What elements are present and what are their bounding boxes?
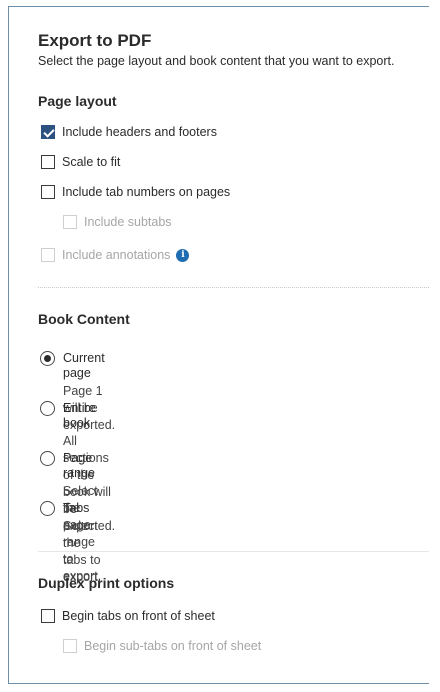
tabs-label: Tabs <box>63 501 90 515</box>
page-range-label: Page range <box>63 451 95 480</box>
dialog-subtitle: Select the page layout and book content … <box>38 54 395 68</box>
begin-subtabs-front-checkbox <box>63 639 77 653</box>
export-pdf-panel: Export to PDF Select the page layout and… <box>8 6 429 684</box>
include-headers-footers-checkbox[interactable] <box>41 125 55 139</box>
tabs-radio[interactable] <box>40 501 55 516</box>
include-headers-footers-label: Include headers and footers <box>62 125 217 139</box>
begin-subtabs-front-label: Begin sub-tabs on front of sheet <box>84 639 262 653</box>
scale-to-fit-checkbox[interactable] <box>41 155 55 169</box>
begin-subtabs-front-option: Begin sub-tabs on front of sheet <box>63 639 261 653</box>
book-content-heading: Book Content <box>38 311 130 327</box>
page-layout-heading: Page layout <box>38 93 117 109</box>
entire-book-radio[interactable] <box>40 401 55 416</box>
include-tab-numbers-checkbox[interactable] <box>41 185 55 199</box>
section-divider <box>38 287 429 288</box>
section-divider <box>38 551 429 552</box>
duplex-heading: Duplex print options <box>38 575 175 591</box>
include-annotations-option: Include annotations i <box>41 248 190 262</box>
include-subtabs-checkbox <box>63 215 77 229</box>
include-annotations-checkbox <box>41 248 55 262</box>
include-tab-numbers-option[interactable]: Include tab numbers on pages <box>41 185 230 199</box>
info-icon[interactable]: i <box>176 248 190 262</box>
begin-tabs-front-label: Begin tabs on front of sheet <box>62 609 215 623</box>
include-headers-footers-option[interactable]: Include headers and footers <box>41 125 217 139</box>
include-tab-numbers-label: Include tab numbers on pages <box>62 185 231 199</box>
begin-tabs-front-option[interactable]: Begin tabs on front of sheet <box>41 609 215 623</box>
include-subtabs-option: Include subtabs <box>63 215 172 229</box>
dialog-title: Export to PDF <box>38 31 152 50</box>
current-page-label: Current page <box>63 351 105 380</box>
include-subtabs-label: Include subtabs <box>84 215 172 229</box>
scale-to-fit-label: Scale to fit <box>62 155 121 169</box>
include-annotations-label: Include annotations <box>62 248 171 262</box>
begin-tabs-front-checkbox[interactable] <box>41 609 55 623</box>
page-range-radio[interactable] <box>40 451 55 466</box>
current-page-radio[interactable] <box>40 351 55 366</box>
radio-option-tabs[interactable]: Tabs Select the tabs to export. <box>40 501 101 586</box>
entire-book-label: Entire book <box>63 401 96 430</box>
scale-to-fit-option[interactable]: Scale to fit <box>41 155 120 169</box>
